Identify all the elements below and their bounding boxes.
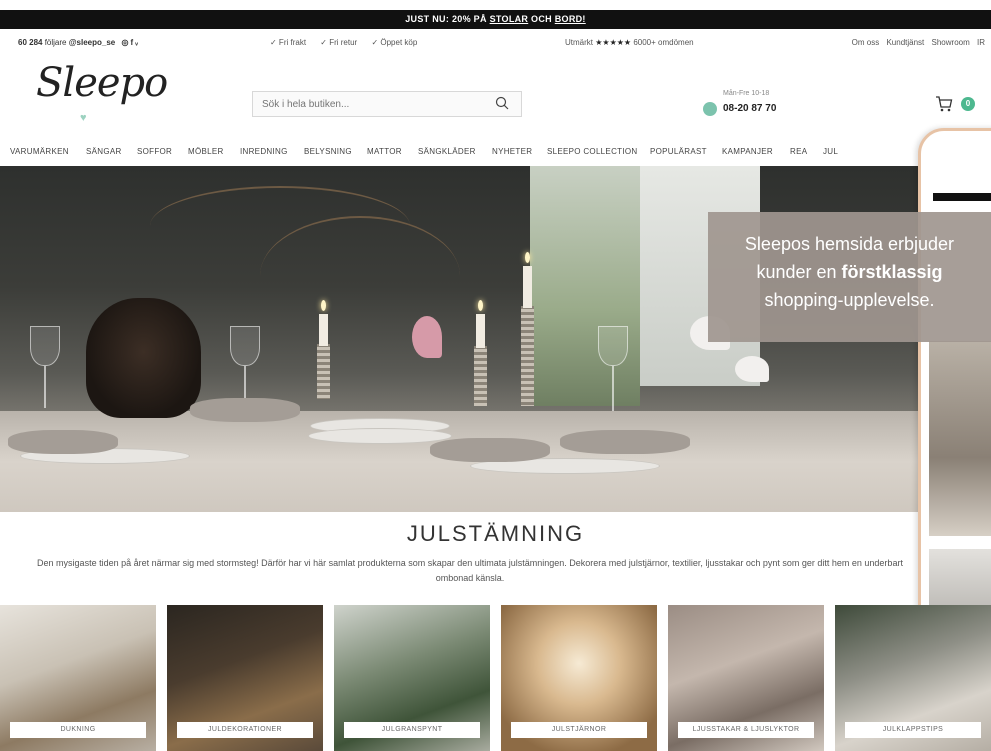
hero-glass-stem [612,366,614,411]
section-description: Den mysigaste tiden på året närmar sig m… [37,558,903,583]
social-follow: 60 284 följare @sleepo_se ◎fᵥ [18,38,140,47]
promo-link-tables[interactable]: BORD! [555,14,586,24]
nav-item-brands[interactable]: VARUMÄRKEN [10,147,69,156]
category-label: JULDEKORATIONER [177,722,313,738]
hero-window-forest [530,166,640,406]
hero-napkin [190,398,300,422]
nav-item-rugs[interactable]: MATTOR [367,147,402,156]
usp-list: ✓ Fri frakt ✓ Fri retur ✓ Öppet köp [270,38,429,47]
hero-glass-stem [44,366,46,408]
search-icon[interactable] [495,96,509,110]
hero-flame [478,300,483,311]
caption-line-2-text: kunder en [756,262,842,282]
rating-count: 6000+ omdömen [633,38,694,47]
promo-banner: JUST NU: 20% PÅ STOLAR OCH BORD! [0,10,991,29]
category-card-ljusstakar[interactable]: LJUSSTAKAR & LJUSLYKTOR [668,605,824,751]
category-card-dukning[interactable]: DUKNING [0,605,156,751]
contact-info: Mån-Fre 10-18 08-20 87 70 [703,90,803,120]
search-input[interactable] [253,92,473,116]
hero-napkin [8,430,118,454]
hero-candle-holder [474,346,487,406]
nav-item-beds[interactable]: SÄNGAR [86,147,122,156]
link-ir[interactable]: IR [977,38,985,47]
logo-text: Sleepo [36,60,168,106]
promo-link-chairs[interactable]: STOLAR [490,14,529,24]
hero-napkin [430,438,550,462]
category-label: JULKLAPPSTIPS [845,722,981,738]
category-label: JULSTJÄRNOR [511,722,647,738]
usp-free-return: ✓ Fri retur [320,38,358,47]
promo-prefix: JUST NU: 20% PÅ [405,14,490,24]
link-about[interactable]: Om oss [852,38,880,47]
nav-item-christmas[interactable]: JUL [823,147,838,156]
hero-plate-stack [308,428,452,444]
link-showroom[interactable]: Showroom [932,38,970,47]
hero-wine-glass [598,326,628,366]
link-customer-service[interactable]: Kundtjänst [886,38,924,47]
category-card-julstjarnor[interactable]: JULSTJÄRNOR [501,605,657,751]
nav-item-popular[interactable]: POPULÄRAST [650,147,707,156]
caption-line-2-bold: förstklassig [841,262,943,282]
cart-button[interactable]: 0 [935,95,980,115]
promo-mid: OCH [528,14,555,24]
caption-line-1: Sleepos hemsida erbjuder [744,234,955,254]
hero-white-flower [735,356,769,382]
hero-flame [321,300,326,311]
top-links: Om oss Kundtjänst Showroom IR [847,38,985,47]
cart-count-badge: 0 [961,97,975,111]
hero-candle [523,266,532,308]
hero-candle-holder [317,344,330,399]
phone-screen-image [929,341,991,536]
nav-item-bedding[interactable]: SÄNGKLÄDER [418,147,476,156]
hero-wine-glass [230,326,260,366]
category-label: DUKNING [10,722,146,738]
category-label: LJUSSTAKAR & LJUSLYKTOR [678,722,814,738]
caption-overlay: Sleepos hemsida erbjuder kunder en först… [708,212,991,342]
nav-item-campaigns[interactable]: KAMPANJER [722,147,773,156]
sleepo-logo[interactable]: Sleepo ♥ [36,60,168,124]
hero-flame [525,252,530,263]
phone-screen-bar [933,193,991,201]
rating-summary[interactable]: Utmärkt ★★★★★ 6000+ omdömen [565,38,694,47]
phone-icon [703,102,717,116]
phone-number[interactable]: 08-20 87 70 [723,103,776,114]
hero-pink-flower [412,316,442,358]
usp-free-shipping: ✓ Fri frakt [270,38,307,47]
category-card-julklappstips[interactable]: JULKLAPPSTIPS [835,605,991,751]
rating-stars: ★★★★★ [595,38,632,47]
usp-open-purchase: ✓ Öppet köp [371,38,418,47]
category-card-juldekorationer[interactable]: JULDEKORATIONER [167,605,323,751]
section-title: JULSTÄMNING [406,521,585,546]
hero-bear-figure [86,298,201,418]
hero-candle [319,314,328,346]
cart-icon [936,96,953,112]
heart-icon: ♥ [80,112,87,124]
nav-item-sale[interactable]: REA [790,147,807,156]
nav-item-sofas[interactable]: SOFFOR [137,147,172,156]
caption-line-3: shopping-upplevelse. [764,290,935,310]
nav-item-furniture[interactable]: MÖBLER [188,147,224,156]
search-bar [252,91,522,117]
hero-candle [476,314,485,348]
hero-napkin [560,430,690,454]
nav-item-news[interactable]: NYHETER [492,147,532,156]
category-card-julgranspynt[interactable]: JULGRANSPYNT [334,605,490,751]
category-label: JULGRANSPYNT [344,722,480,738]
twitter-icon[interactable]: ᵥ [135,38,140,47]
nav-item-sleepo-collection[interactable]: SLEEPO COLLECTION [547,147,637,156]
main-nav: VARUMÄRKEN SÄNGAR SOFFOR MÖBLER INREDNIN… [0,140,991,164]
top-info-bar: 60 284 följare @sleepo_se ◎fᵥ ✓ Fri frak… [0,31,991,55]
follow-text: följare [44,38,67,47]
opening-hours: Mån-Fre 10-18 [723,90,770,97]
hero-candle-holder [521,306,534,406]
caption-line-2: kunder en förstklassig [708,258,991,286]
hero-wine-glass [30,326,60,366]
follower-count: 60 284 [18,38,43,47]
nav-item-lighting[interactable]: BELYSNING [304,147,352,156]
category-grid: DUKNING JULDEKORATIONER JULGRANSPYNT JUL… [0,605,991,751]
instagram-handle[interactable]: @sleepo_se [69,38,116,47]
rating-prefix: Utmärkt [565,38,593,47]
nav-item-interior[interactable]: INREDNING [240,147,288,156]
